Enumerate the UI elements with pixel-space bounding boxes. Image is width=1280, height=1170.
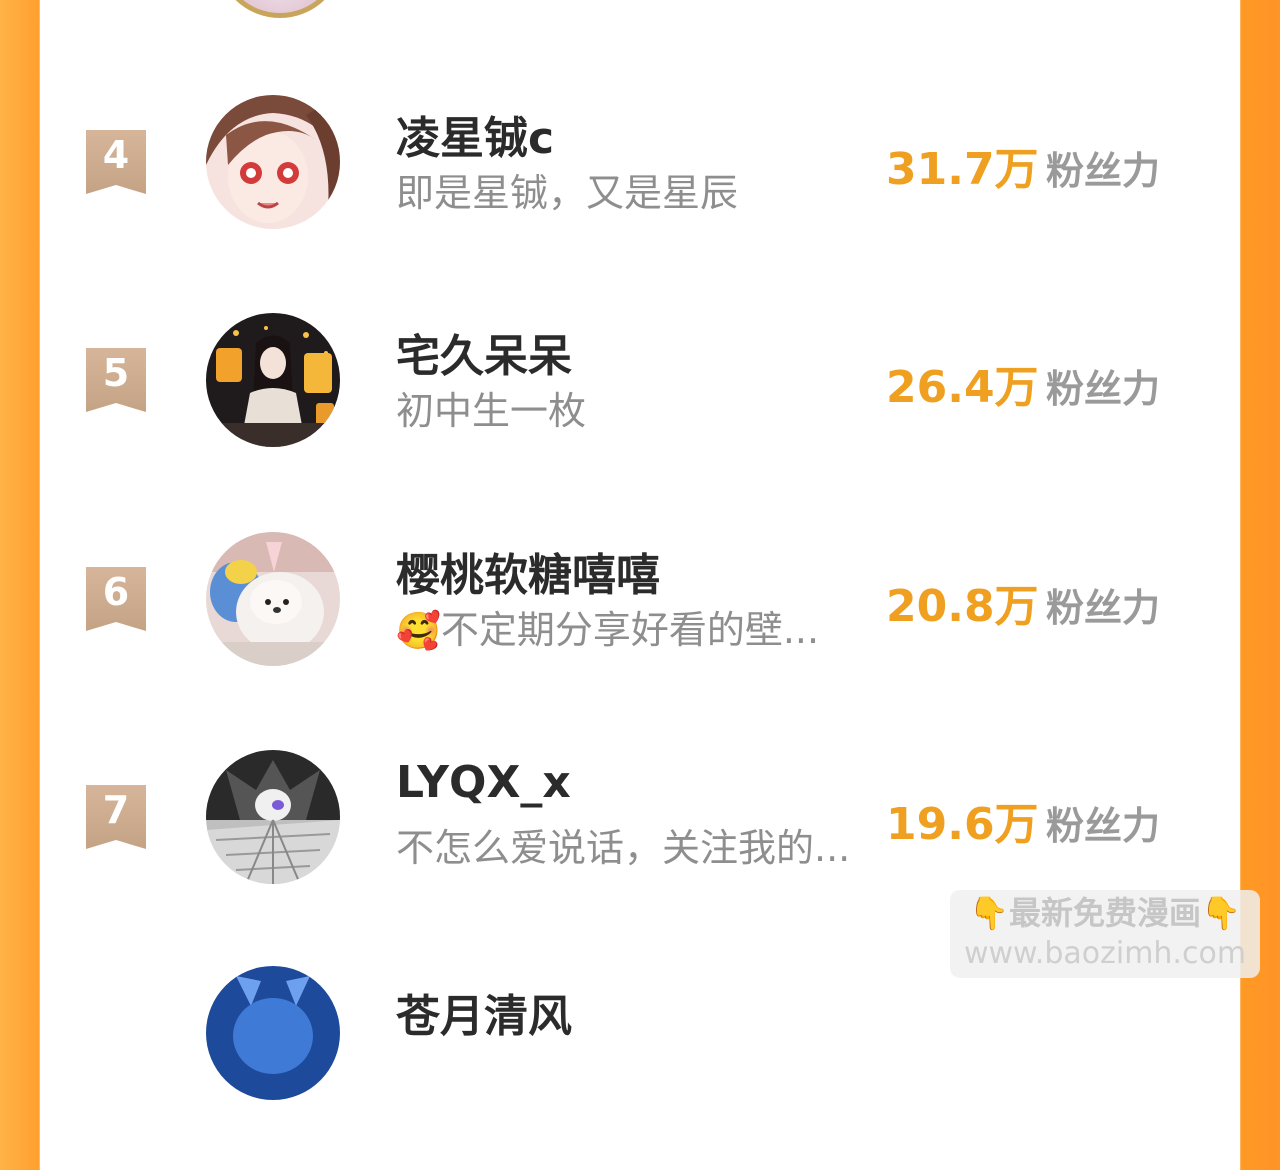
leaderboard-row-partial[interactable]: 苍月清风	[0, 966, 1280, 1170]
rank-badge: 4	[86, 130, 146, 194]
bio-text: 即是星铖，又是星辰	[396, 171, 739, 215]
fans-value: 20.8万	[886, 581, 1039, 632]
user-name[interactable]: LYQX_x	[396, 757, 571, 808]
fans-label: 粉丝力	[1046, 149, 1161, 193]
rank-badge: 6	[86, 567, 146, 631]
fans-value: 26.4万	[886, 362, 1039, 413]
avatar[interactable]	[206, 966, 340, 1100]
leaderboard-row[interactable]: 5 宅久呆呆 初中生一枚 26.4万 粉丝力	[0, 313, 1280, 528]
watermark-url: www.baozimh.com	[963, 936, 1247, 971]
rank-badge: 7	[86, 785, 146, 849]
avatar[interactable]	[206, 532, 340, 666]
fans-label: 粉丝力	[1046, 804, 1161, 848]
user-name[interactable]: 凌星铖c	[396, 102, 554, 166]
avatar[interactable]	[206, 95, 340, 229]
bio-text: 不怎么爱说话，关注我的...	[396, 826, 851, 870]
user-name[interactable]: 宅久呆呆	[396, 320, 572, 384]
avatar[interactable]	[206, 313, 340, 447]
fans-value: 31.7万	[886, 144, 1039, 195]
leaderboard-row[interactable]: 4 凌星铖c 即是星铖，又是星辰 31.7万 粉丝力	[0, 95, 1280, 310]
fans-value: 19.6万	[886, 799, 1039, 850]
watermark-title: 👇最新免费漫画👇	[969, 894, 1241, 932]
fans-label: 粉丝力	[1046, 367, 1161, 411]
user-bio: 即是星铖，又是星辰	[396, 162, 738, 217]
fans-label: 粉丝力	[1046, 586, 1161, 630]
smiling-face-with-hearts-icon: 🥰	[396, 611, 441, 652]
leaderboard-row[interactable]: 6 樱桃软糖嘻嘻 🥰不定期分享好看的壁... 20.8万 粉丝力	[0, 532, 1280, 747]
user-name[interactable]: 樱桃软糖嘻嘻	[396, 539, 660, 603]
user-bio: 初中生一枚	[396, 380, 586, 435]
watermark-banner: 👇最新免费漫画👇 www.baozimh.com	[950, 890, 1260, 978]
rank-badge: 5	[86, 348, 146, 412]
user-bio: 🥰不定期分享好看的壁...	[396, 599, 819, 654]
bio-text: 初中生一枚	[396, 389, 587, 433]
bio-text: 不定期分享好看的壁...	[440, 608, 820, 652]
user-bio: 不怎么爱说话，关注我的...	[396, 817, 850, 872]
user-name[interactable]: 苍月清风	[396, 980, 572, 1044]
avatar[interactable]	[206, 750, 340, 884]
